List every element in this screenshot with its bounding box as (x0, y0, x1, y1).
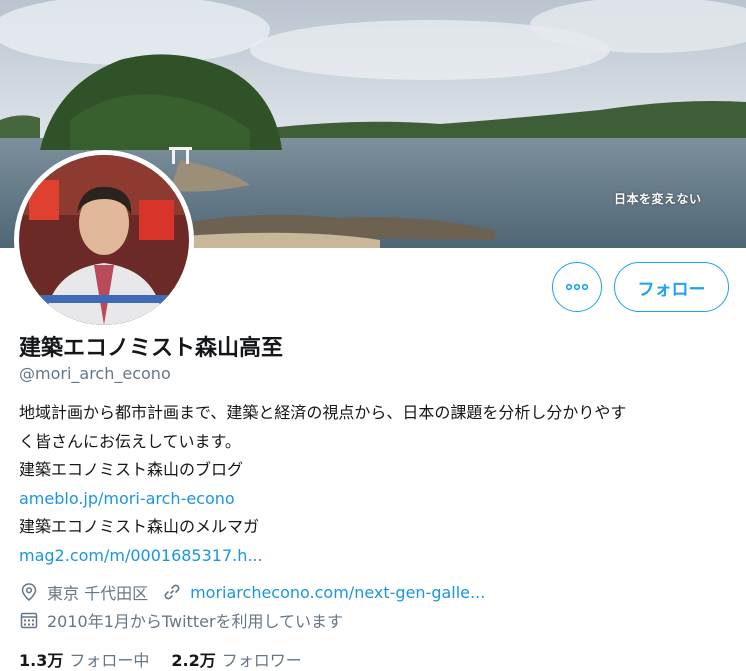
link-icon (162, 582, 182, 602)
follow-button[interactable]: フォロー (614, 262, 729, 312)
profile-name: 建築エコノミスト森山高至 (19, 336, 284, 361)
calendar-icon (19, 610, 39, 630)
profile-meta-row: 東京 千代田区 moriarchecono.com/next-gen-galle… (19, 580, 485, 604)
location-pin-icon (19, 582, 39, 602)
banner-caption: 日本を変えない (614, 192, 702, 206)
more-options-button[interactable] (552, 262, 602, 312)
bio-line: く皆さんにお伝えしています。 (19, 431, 241, 451)
avatar[interactable] (14, 150, 194, 330)
newsletter-link[interactable]: mag2.com/m/0001685317.h... (19, 542, 729, 571)
avatar-image (19, 155, 189, 325)
followers-stat[interactable]: 2.2万 フォロワー (171, 647, 301, 671)
bio-line: 建築エコノミスト森山のブログ (19, 460, 244, 479)
followers-label: フォロワー (221, 651, 302, 670)
following-count: 1.3万 (19, 651, 64, 670)
profile-joined-row: 2010年1月からTwitterを利用しています (19, 608, 343, 632)
profile-stats: 1.3万 フォロー中 2.2万 フォロワー (19, 647, 324, 671)
location-text: 東京 千代田区 (47, 584, 149, 603)
more-dots-icon (566, 283, 588, 291)
joined-text: 2010年1月からTwitterを利用しています (47, 612, 344, 631)
bio-line: 建築エコノミスト森山のメルマガ (19, 517, 260, 536)
following-label: フォロー中 (69, 651, 150, 670)
blog-link[interactable]: ameblo.jp/mori-arch-econo (19, 485, 729, 514)
website-link[interactable]: moriarchecono.com/next-gen-galle... (190, 583, 485, 602)
following-stat[interactable]: 1.3万 フォロー中 (19, 647, 149, 671)
followers-count: 2.2万 (171, 651, 216, 670)
profile-handle: @mori_arch_econo (19, 364, 171, 383)
profile-bio: 地域計画から都市計画まで、建築と経済の視点から、日本の課題を分析し分かりやす く… (19, 399, 729, 570)
bio-line: 地域計画から都市計画まで、建築と経済の視点から、日本の課題を分析し分かりやす (19, 403, 627, 422)
